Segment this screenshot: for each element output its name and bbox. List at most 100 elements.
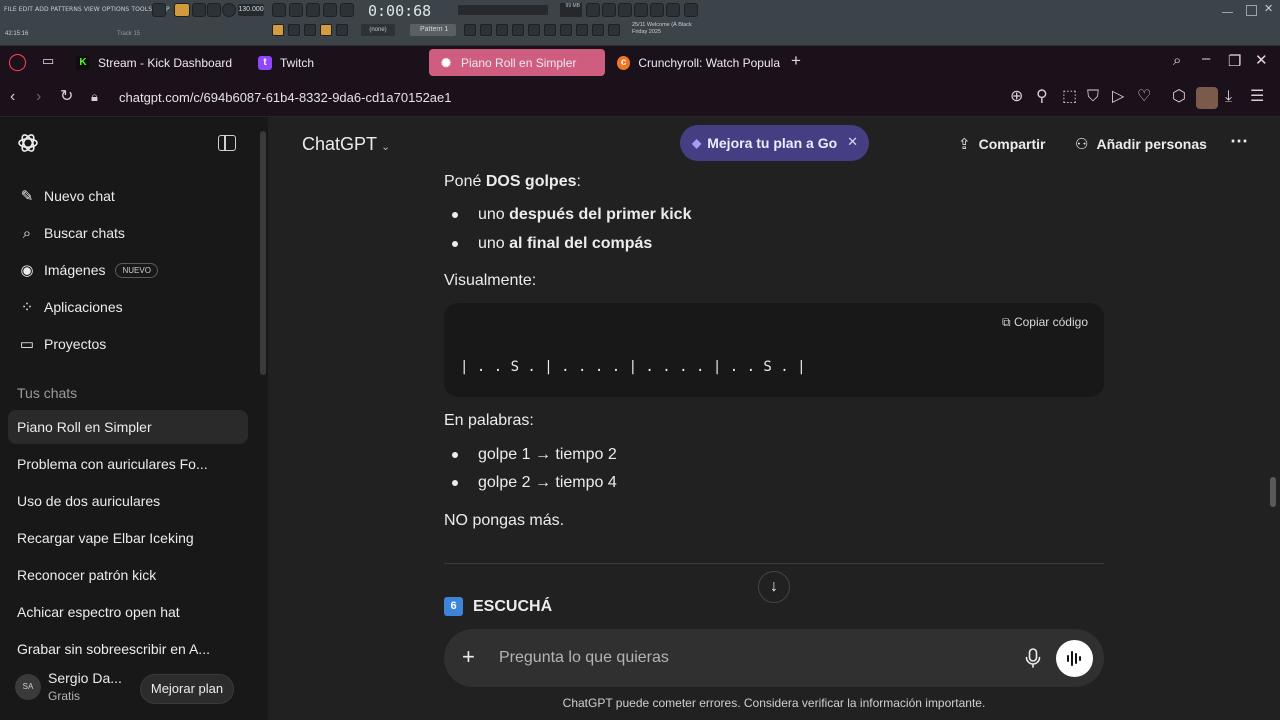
fl-news-panel[interactable]: 25/11 Welcome (À Black Friday 2025 — [632, 22, 692, 36]
user-menu[interactable]: SA Sergio Da... Gratis Mejorar plan — [0, 659, 268, 720]
chat-item[interactable]: Reconocer patrón kick — [8, 558, 248, 592]
share-button[interactable]: ⇪ Compartir — [958, 135, 1045, 153]
nav-projects[interactable]: ▭ Proyectos — [18, 335, 106, 353]
openai-logo-icon[interactable] — [16, 131, 40, 155]
tab-kick[interactable]: K Stream - Kick Dashboard — [76, 49, 246, 76]
fl-tool-button[interactable] — [618, 3, 632, 17]
heart-icon[interactable]: ♡ — [1137, 88, 1151, 106]
zoom-icon[interactable]: ⊕ — [1010, 88, 1023, 106]
nav-new-chat[interactable]: ✎ Nuevo chat — [18, 187, 115, 205]
fl-tempo[interactable]: 130.000 — [238, 4, 264, 16]
collapse-sidebar-icon[interactable] — [218, 135, 236, 151]
tab-piano-roll[interactable]: ✺ Piano Roll en Simpler — [429, 49, 605, 76]
fl-play-button[interactable] — [192, 3, 206, 17]
fl-view-button[interactable] — [608, 24, 620, 36]
add-attachment-icon[interactable]: + — [462, 645, 475, 669]
pocket-icon[interactable]: ⛉ — [1087, 88, 1099, 106]
chat-item[interactable]: Piano Roll en Simpler — [8, 410, 248, 444]
fl-menu[interactable]: FILE EDIT ADD PATTERNS VIEW OPTIONS TOOL… — [4, 6, 170, 13]
fl-tool-button[interactable] — [602, 3, 616, 17]
fl-metronome-button[interactable] — [272, 3, 286, 17]
fl-loop-record-button[interactable] — [323, 3, 337, 17]
close-window-icon[interactable]: ✕ — [1255, 51, 1268, 69]
fl-tool-button[interactable] — [666, 3, 680, 17]
nav-search-chats[interactable]: ⌕ Buscar chats — [18, 224, 125, 242]
easy-setup-icon[interactable]: ☰ — [1250, 88, 1264, 106]
fl-tool-button[interactable] — [634, 3, 648, 17]
fl-maximize-icon[interactable] — [1246, 5, 1257, 16]
share-label: Compartir — [978, 136, 1046, 152]
nav-apps[interactable]: ⁘ Aplicaciones — [18, 298, 123, 316]
url-field[interactable]: chatgpt.com/c/694b6087-61b4-8332-9da6-cd… — [119, 90, 451, 105]
player-icon[interactable]: ▷ — [1112, 88, 1124, 106]
fl-tool-button[interactable] — [650, 3, 664, 17]
voice-mode-button[interactable] — [1056, 640, 1093, 677]
back-icon[interactable]: ‹ — [10, 88, 15, 106]
upgrade-plan-button[interactable]: Mejorar plan — [140, 674, 234, 704]
fl-view-button[interactable] — [544, 24, 556, 36]
fl-minimize-icon[interactable] — [1222, 12, 1233, 13]
closing-text: NO pongas más. — [444, 512, 565, 529]
lock-icon[interactable]: 🔒︎ — [91, 88, 98, 106]
fl-view-button[interactable] — [480, 24, 492, 36]
snapshot-icon[interactable]: ⬚ — [1062, 88, 1077, 106]
fl-pattern-selector[interactable]: Pattern 1 — [410, 24, 456, 36]
fl-tool-button[interactable] — [586, 3, 600, 17]
fl-tool[interactable] — [304, 24, 316, 36]
fl-close-icon[interactable]: ✕ — [1264, 2, 1275, 15]
restore-icon[interactable]: ❐ — [1228, 52, 1241, 70]
sidebar-scrollbar[interactable] — [260, 131, 266, 375]
more-options-icon[interactable]: ⋯ — [1230, 131, 1248, 152]
scroll-down-button[interactable]: ↓ — [758, 571, 790, 603]
fl-record-button[interactable] — [222, 3, 236, 17]
gamepad-icon[interactable]: ▭ — [42, 53, 54, 69]
fl-tool[interactable] — [288, 24, 300, 36]
downloads-icon[interactable]: ⤓ — [1225, 88, 1232, 106]
fl-view-button[interactable] — [576, 24, 588, 36]
fl-clock: 0:00:68 — [368, 2, 432, 20]
fl-view-button[interactable] — [560, 24, 572, 36]
profile-avatar[interactable] — [1196, 87, 1218, 109]
pin-icon[interactable]: ⚲ — [1036, 88, 1048, 106]
tab-crunchyroll[interactable]: c Crunchyroll: Watch Popula — [617, 49, 780, 76]
main-scrollbar[interactable] — [1270, 477, 1276, 507]
add-people-label: Añadir personas — [1096, 136, 1207, 152]
fl-record-mode-button[interactable] — [152, 3, 166, 17]
list-item: uno después del primer kick — [452, 206, 691, 224]
fl-view-button[interactable] — [464, 24, 476, 36]
prompt-input[interactable]: Pregunta lo que quieras — [499, 649, 669, 667]
microphone-icon[interactable] — [1022, 647, 1044, 669]
reload-icon[interactable]: ↻ — [60, 88, 73, 106]
copy-code-button[interactable]: ⧉ Copiar código — [1002, 315, 1088, 330]
opera-logo-icon[interactable]: ◯ — [8, 52, 27, 72]
fl-none-selector[interactable]: (none) — [361, 24, 395, 36]
fl-pattern-song-toggle[interactable] — [174, 3, 190, 17]
fl-draw-tool[interactable] — [272, 24, 284, 36]
fl-help-button[interactable] — [684, 3, 698, 17]
upgrade-promo[interactable]: ◆ Mejora tu plan a Go ✕ — [680, 125, 869, 161]
chat-item[interactable]: Achicar espectro open hat — [8, 595, 248, 629]
fl-view-button[interactable] — [496, 24, 508, 36]
search-tabs-icon[interactable]: ⌕ — [1173, 52, 1181, 69]
fl-wait-button[interactable] — [289, 3, 303, 17]
chat-item[interactable]: Recargar vape Elbar Iceking — [8, 521, 248, 555]
model-selector[interactable]: ChatGPT ⌄ — [302, 134, 390, 155]
forward-icon[interactable]: › — [36, 88, 41, 106]
fl-view-button[interactable] — [528, 24, 540, 36]
fl-countdown-button[interactable] — [306, 3, 320, 17]
new-tab-icon[interactable]: + — [791, 51, 801, 71]
fl-view-button[interactable] — [592, 24, 604, 36]
fl-view-button[interactable] — [512, 24, 524, 36]
fl-step-edit-button[interactable] — [340, 3, 354, 17]
close-promo-icon[interactable]: ✕ — [847, 134, 858, 150]
tab-twitch[interactable]: t Twitch — [258, 49, 418, 76]
add-people-button[interactable]: ⚇ Añadir personas — [1075, 135, 1207, 153]
nav-images[interactable]: ◉ Imágenes NUEVO — [18, 261, 158, 279]
extensions-icon[interactable]: ⬡ — [1172, 88, 1186, 106]
chat-item[interactable]: Uso de dos auriculares — [8, 484, 248, 518]
fl-stop-button[interactable] — [207, 3, 221, 17]
minimize-icon[interactable]: – — [1202, 50, 1210, 67]
fl-paint-tool[interactable] — [320, 24, 332, 36]
chat-item[interactable]: Problema con auriculares Fo... — [8, 447, 248, 481]
fl-tool[interactable] — [336, 24, 348, 36]
